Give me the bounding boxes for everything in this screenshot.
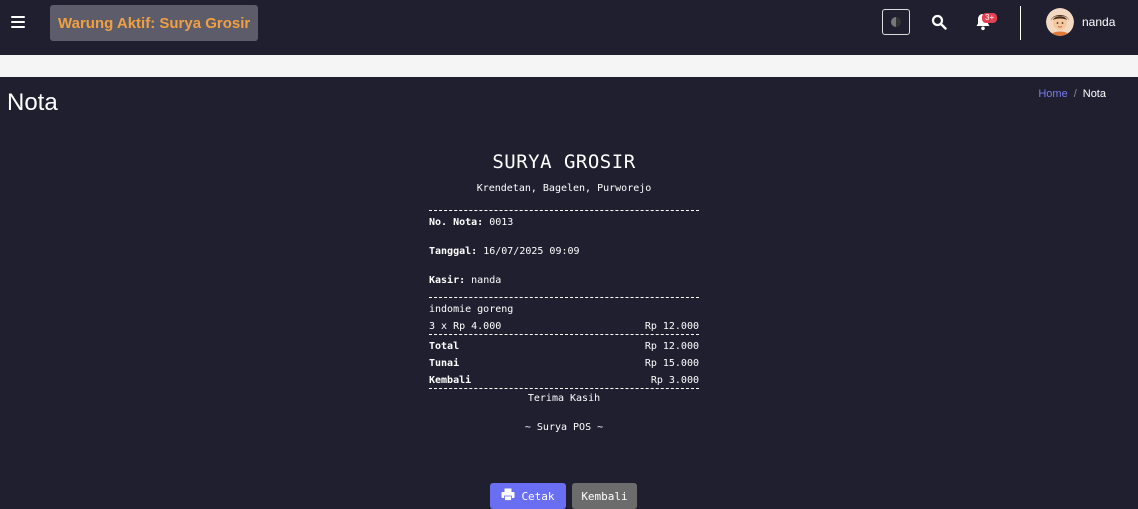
receipt-footer: ~ Surya POS ~ <box>524 422 604 433</box>
top-navbar: Warung Aktif: Surya Grosir 3+ nanda <box>0 0 1138 56</box>
kembali-value: Rp 3.000 <box>650 375 699 386</box>
total-value: Rp 12.000 <box>644 341 699 352</box>
tunai-value: Rp 15.000 <box>644 358 699 369</box>
breadcrumb-current: Nota <box>1082 88 1106 100</box>
receipt-divider <box>429 334 699 335</box>
breadcrumb-separator: / <box>1073 88 1077 100</box>
user-avatar[interactable] <box>1046 8 1074 36</box>
tanggal-label: Tanggal: <box>429 246 478 257</box>
receipt-divider <box>429 210 699 211</box>
hamburger-menu-icon[interactable] <box>11 16 25 28</box>
receipt-divider <box>429 388 699 389</box>
receipt-divider <box>429 297 699 298</box>
notification-count-badge: 3+ <box>982 13 998 23</box>
receipt-item-subtotal: Rp 12.000 <box>644 321 699 332</box>
navbar-divider <box>1020 6 1021 40</box>
receipt-store-name: SURYA GROSIR <box>492 151 636 173</box>
theme-toggle-button[interactable] <box>882 9 910 35</box>
receipt: SURYA GROSIR Krendetan, Bagelen, Purwore… <box>429 148 699 433</box>
active-store-label: Warung Aktif: Surya Grosir <box>58 14 251 32</box>
tunai-label: Tunai <box>429 358 460 369</box>
search-icon[interactable] <box>931 14 947 30</box>
receipt-tunai-row: Tunai Rp 15.000 <box>429 358 699 369</box>
receipt-address: Krendetan, Bagelen, Purworejo <box>476 183 652 194</box>
kembali-label: Kembali <box>429 375 472 386</box>
receipt-item-row: 3 x Rp 4.000 Rp 12.000 <box>429 321 699 332</box>
receipt-thanks: Terima Kasih <box>527 393 601 404</box>
kasir-value: nanda <box>471 275 502 286</box>
page-title: Nota <box>7 89 58 116</box>
back-button-label: Kembali <box>581 489 628 503</box>
receipt-item-name: indomie goreng <box>429 304 514 315</box>
no-nota-value: 0013 <box>489 217 514 228</box>
receipt-kembali-row: Kembali Rp 3.000 <box>429 375 699 386</box>
kasir-label: Kasir: <box>429 275 466 286</box>
content-header-strip <box>0 55 1138 77</box>
active-store-badge[interactable]: Warung Aktif: Surya Grosir <box>50 5 259 41</box>
breadcrumb-home-link[interactable]: Home <box>1038 88 1067 100</box>
receipt-total-row: Total Rp 12.000 <box>429 341 699 352</box>
tanggal-value: 16/07/2025 09:09 <box>483 246 580 257</box>
no-nota-label: No. Nota: <box>429 217 484 228</box>
back-button[interactable]: Kembali <box>572 483 637 509</box>
contrast-icon <box>891 17 901 27</box>
print-button[interactable]: Cetak <box>490 483 566 509</box>
receipt-tanggal: Tanggal: 16/07/2025 09:09 <box>429 246 699 257</box>
receipt-kasir: Kasir: nanda <box>429 275 699 286</box>
breadcrumb: Home / Nota <box>1038 88 1106 100</box>
printer-icon <box>501 488 515 504</box>
total-label: Total <box>429 341 460 352</box>
receipt-item-qty-price: 3 x Rp 4.000 <box>429 321 502 332</box>
receipt-no-nota: No. Nota: 0013 <box>429 217 699 228</box>
print-button-label: Cetak <box>521 489 555 503</box>
username-label[interactable]: nanda <box>1082 15 1115 29</box>
